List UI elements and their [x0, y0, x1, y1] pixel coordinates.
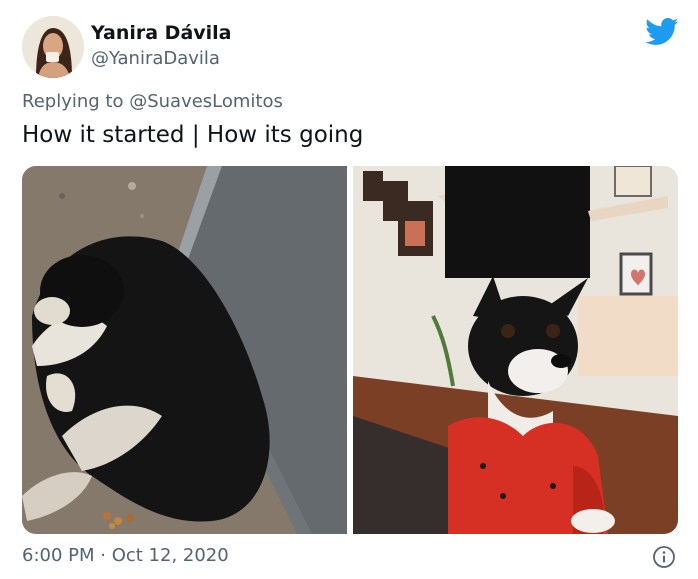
tweet-date: Oct 12, 2020	[111, 545, 229, 566]
meta-separator: ·	[94, 545, 112, 566]
tweet-text: How it started | How its going	[22, 122, 364, 148]
tweet-time: 6:00 PM	[22, 545, 95, 566]
tweet-timestamp[interactable]: 6:00 PM · Oct 12, 2020	[22, 545, 229, 566]
reply-mention-link[interactable]: @SuavesLomitos	[129, 91, 283, 112]
author-name[interactable]: Yanira Dávila	[91, 22, 232, 44]
tweet-card: Yanira Dávila @YaniraDavila Replying to …	[0, 0, 698, 579]
avatar[interactable]	[22, 16, 84, 78]
info-icon[interactable]	[652, 545, 676, 569]
twitter-bird-icon[interactable]	[645, 18, 679, 46]
tweet-photo-going[interactable]	[353, 166, 678, 534]
author-handle[interactable]: @YaniraDavila	[91, 48, 220, 69]
tweet-photo-started[interactable]	[22, 166, 347, 534]
replying-to: Replying to @SuavesLomitos	[22, 91, 283, 112]
replying-prefix: Replying to	[22, 91, 130, 112]
